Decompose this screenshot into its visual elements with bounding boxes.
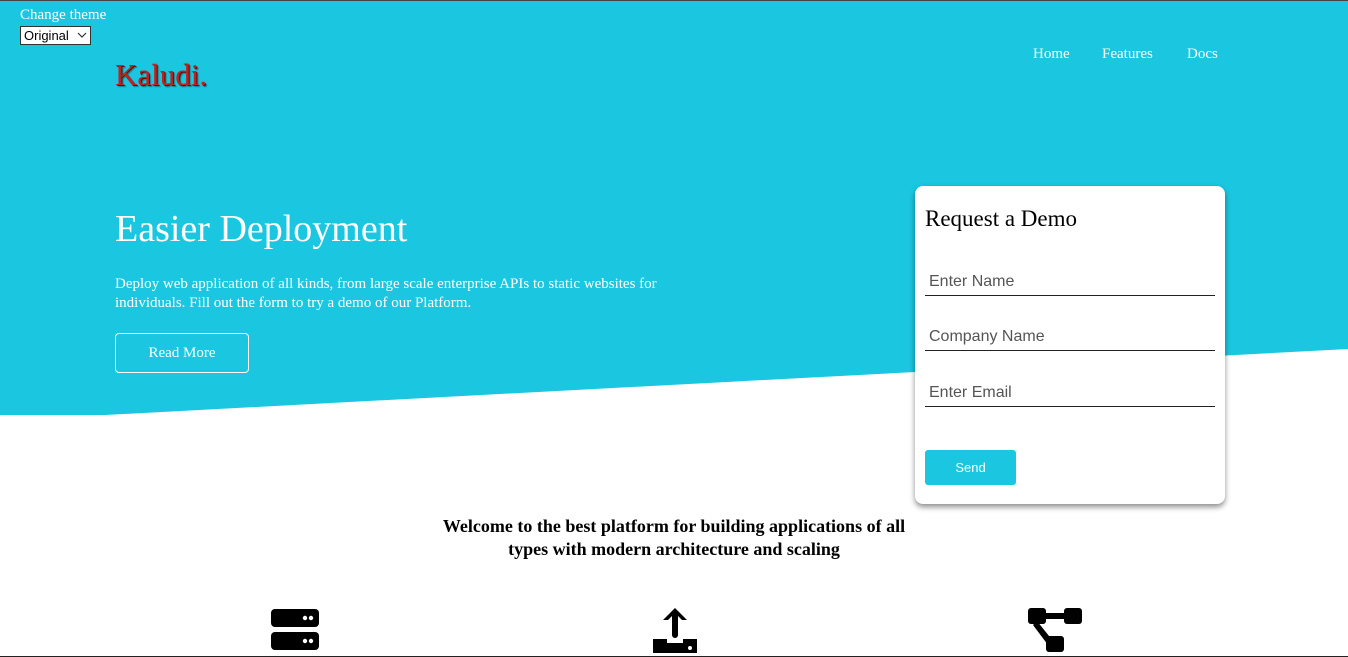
name-field[interactable]: Enter Name	[925, 272, 1215, 296]
page: Change theme Original Kaludi. Home Featu…	[0, 0, 1348, 657]
welcome-heading: Welcome to the best platform for buildin…	[442, 516, 906, 559]
nav-item-home[interactable]: Home	[1033, 46, 1070, 63]
nav-item-features[interactable]: Features	[1102, 46, 1153, 63]
server-icon	[271, 609, 319, 650]
demo-request-card: Request a Demo Enter Name Company Name E…	[915, 186, 1225, 504]
theme-select-value: Original	[24, 28, 69, 43]
top-border	[0, 0, 1348, 1]
company-name-field[interactable]: Company Name	[925, 327, 1215, 351]
upload-icon	[653, 608, 697, 653]
network-icon	[1028, 608, 1082, 652]
hero-description: Deploy web application of all kinds, fro…	[115, 276, 657, 311]
email-field[interactable]: Enter Email	[925, 383, 1215, 407]
read-more-button[interactable]: Read More	[115, 333, 249, 373]
theme-label: Change theme	[20, 7, 107, 23]
send-button[interactable]: Send	[925, 450, 1016, 485]
chevron-down-icon	[77, 32, 87, 38]
nav-item-docs[interactable]: Docs	[1187, 46, 1218, 63]
hero-title: Easier Deployment	[115, 208, 408, 250]
brand-logo[interactable]: Kaludi.	[115, 57, 207, 93]
theme-select[interactable]: Original	[20, 26, 91, 45]
demo-title: Request a Demo	[925, 206, 1078, 231]
